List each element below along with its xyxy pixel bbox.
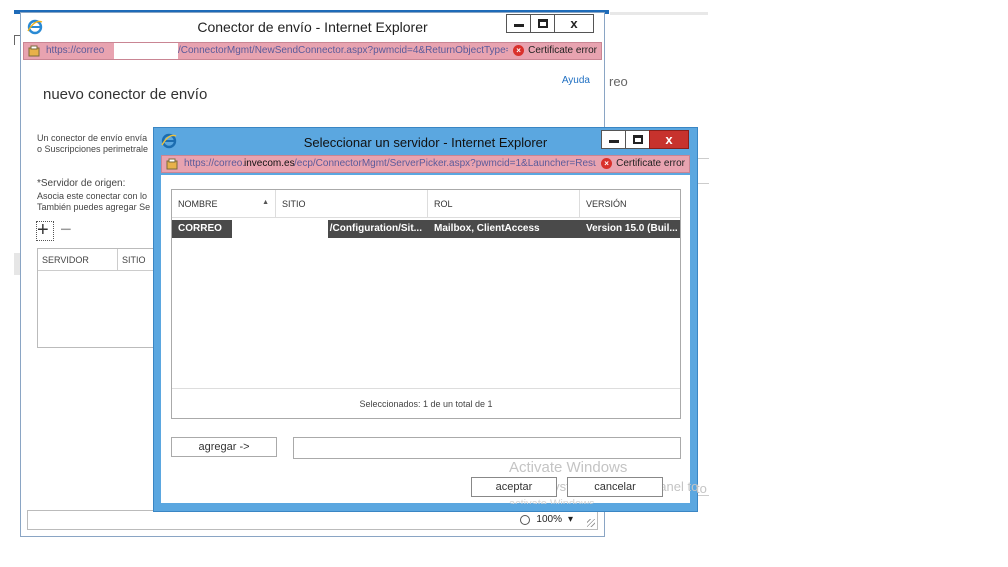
ok-button[interactable]: aceptar: [471, 477, 557, 497]
address-bar[interactable]: https://correo /ConnectorMgmt/NewSendCon…: [23, 42, 602, 60]
redacted-region: [114, 43, 178, 59]
table-row[interactable]: CORREO /Configuration/Sit... Mailbox, Cl…: [172, 220, 680, 238]
maximize-button[interactable]: [625, 130, 649, 149]
certificate-error-icon: ×: [601, 158, 613, 169]
window-controls: x: [506, 14, 594, 33]
certificate-error-button[interactable]: × Certificate error: [513, 45, 597, 56]
cell-role: Mailbox, ClientAccess: [434, 223, 540, 234]
zoom-control[interactable]: 100% ▾: [520, 514, 573, 525]
maximize-icon: [538, 19, 548, 28]
add-server-button[interactable]: +: [36, 220, 54, 241]
minus-icon: −: [60, 219, 72, 241]
minimize-icon: [514, 24, 524, 27]
cell-version: Version 15.0 (Buil...: [586, 223, 678, 234]
column-header-sitio[interactable]: SITIO: [118, 249, 150, 270]
remove-server-button[interactable]: −: [60, 219, 72, 241]
maximize-icon: [633, 135, 643, 144]
column-header-label: NOMBRE: [178, 199, 218, 209]
redacted-region: [232, 220, 328, 238]
address-bar[interactable]: https://correo. invecom.es /ecp/Connecto…: [161, 155, 690, 173]
column-header-servidor[interactable]: SERVIDOR: [38, 249, 118, 270]
chevron-down-icon: ▾: [567, 514, 573, 525]
minimize-button[interactable]: [601, 130, 625, 149]
zoom-level: 100%: [536, 514, 562, 525]
activation-watermark-overflow: to: [696, 481, 707, 496]
window-controls: x: [601, 130, 689, 149]
column-header-version[interactable]: VERSIÓN: [580, 190, 680, 217]
selection-status: Seleccionados: 1 de un total de 1: [172, 388, 680, 418]
url-path: /ConnectorMgmt/NewSendConnector.aspx?pwm…: [178, 45, 508, 56]
page-title: nuevo conector de envío: [43, 86, 208, 103]
column-header-nombre[interactable]: NOMBRE ▲: [172, 190, 276, 217]
title-bar[interactable]: Seleccionar un servidor - Internet Explo…: [154, 128, 697, 156]
picker-content: NOMBRE ▲ SITIO ROL VERSIÓN CORREO /Confi…: [161, 175, 698, 504]
minimize-icon: [609, 140, 619, 143]
close-icon: x: [570, 16, 578, 31]
server-picker-window: Seleccionar un servidor - Internet Explo…: [153, 127, 698, 512]
add-button[interactable]: agregar ->: [171, 437, 277, 457]
url-path: /ecp/ConnectorMgmt/ServerPicker.aspx?pwm…: [294, 158, 596, 169]
background-divider: [697, 183, 709, 184]
column-header-rol[interactable]: ROL: [428, 190, 580, 217]
certificate-error-label: Certificate error: [616, 158, 685, 169]
close-icon: x: [665, 132, 673, 147]
title-bar[interactable]: Conector de envío - Internet Explorer x: [21, 13, 604, 41]
url-domain: invecom.es: [244, 158, 295, 169]
url-prefix: https://correo: [46, 45, 105, 56]
column-header-sitio[interactable]: SITIO: [276, 190, 428, 217]
activation-watermark-subtext: activate Windows: [509, 498, 595, 504]
grid-header: NOMBRE ▲ SITIO ROL VERSIÓN: [172, 190, 680, 218]
certificate-error-icon: ×: [513, 45, 525, 56]
status-bar: 100% ▾: [27, 510, 598, 530]
maximize-button[interactable]: [530, 14, 554, 33]
close-button[interactable]: x: [554, 14, 594, 33]
server-grid: NOMBRE ▲ SITIO ROL VERSIÓN CORREO /Confi…: [171, 189, 681, 419]
activation-watermark: Activate Windows: [509, 459, 628, 476]
resize-grip-icon[interactable]: [587, 519, 595, 527]
background-header-strip: [610, 12, 708, 15]
page-icon: [166, 158, 178, 170]
certificate-error-label: Certificate error: [528, 45, 597, 56]
zoom-icon: [520, 514, 531, 525]
cancel-button[interactable]: cancelar: [567, 477, 663, 497]
close-button[interactable]: x: [649, 130, 689, 149]
certificate-error-button[interactable]: × Certificate error: [601, 158, 685, 169]
sort-ascending-icon: ▲: [262, 199, 269, 206]
minimize-button[interactable]: [506, 14, 530, 33]
url-prefix: https://correo.: [184, 158, 246, 169]
source-server-label: *Servidor de origen:: [37, 178, 126, 189]
page-icon: [28, 45, 40, 57]
background-text-fragment: reo: [609, 74, 628, 89]
help-link[interactable]: Ayuda: [562, 75, 590, 86]
selected-servers-field[interactable]: [293, 437, 681, 459]
focus-outline: [36, 221, 54, 241]
background-divider: [697, 158, 709, 159]
